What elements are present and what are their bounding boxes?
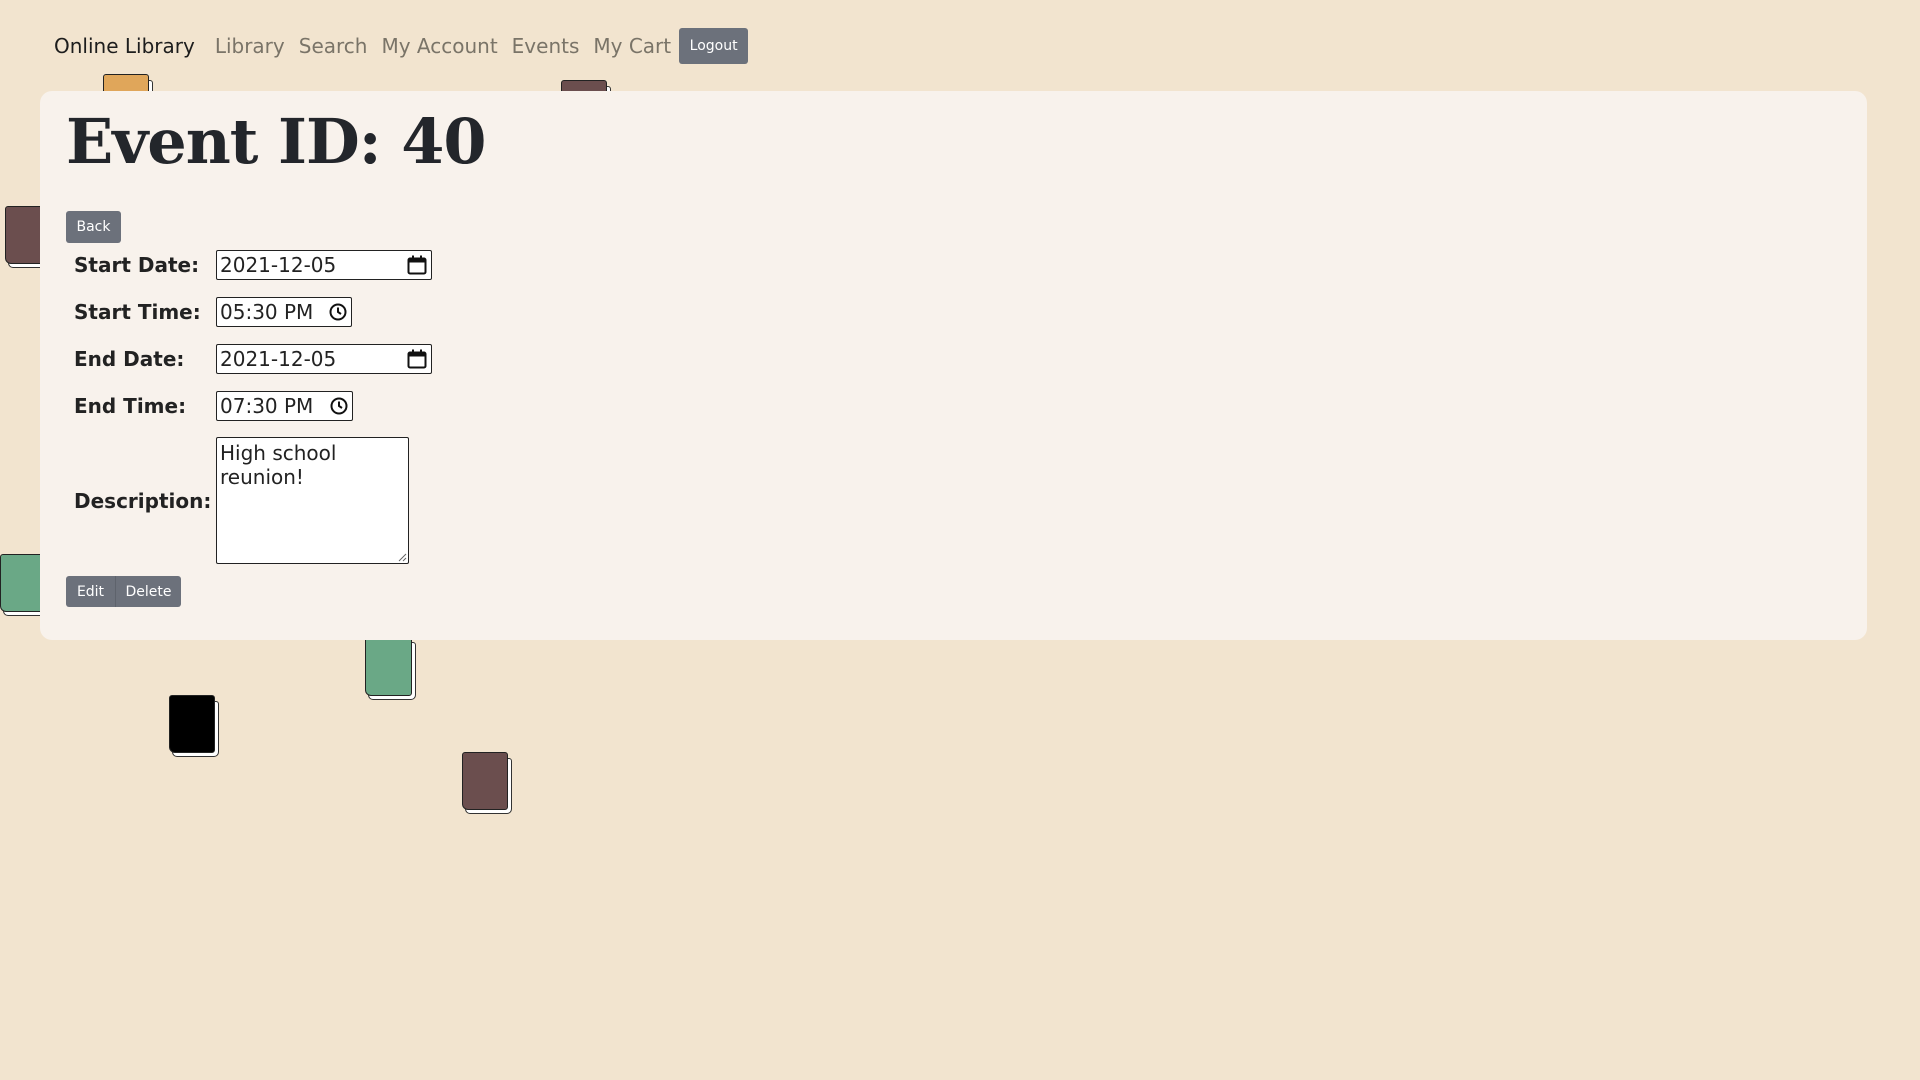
book-brown-decoration	[462, 752, 512, 814]
start-time-label: Start Time:	[74, 300, 201, 324]
start-time-value: 05:30 PM	[220, 300, 314, 324]
book-green-decoration	[365, 636, 416, 700]
clock-icon[interactable]	[329, 303, 347, 321]
brand-link[interactable]: Online Library	[54, 34, 195, 58]
end-time-label: End Time:	[74, 394, 187, 418]
description-value: High school reunion!	[220, 441, 337, 489]
end-date-label: End Date:	[74, 347, 185, 371]
end-time-value: 07:30 PM	[220, 394, 314, 418]
delete-button[interactable]: Delete	[115, 576, 181, 607]
resize-grip-icon[interactable]	[397, 552, 407, 562]
description-textarea[interactable]: High school reunion!	[216, 437, 409, 564]
nav-link-events[interactable]: Events	[512, 34, 580, 58]
clock-icon[interactable]	[330, 397, 348, 415]
end-date-row: End Date: 2021-12-05	[74, 344, 432, 374]
start-date-label: Start Date:	[74, 253, 200, 277]
start-time-row: Start Time: 05:30 PM	[74, 297, 352, 327]
page: Online Library Library Search My Account…	[0, 0, 1920, 1080]
nav-link-my-cart[interactable]: My Cart	[593, 34, 671, 58]
nav-link-my-account[interactable]: My Account	[381, 34, 497, 58]
end-time-row: End Time: 07:30 PM	[74, 391, 353, 421]
action-button-group: Edit Delete	[66, 576, 181, 607]
top-navbar: Online Library Library Search My Account…	[54, 27, 749, 64]
event-detail-card: Event ID: 40 Back Start Date: 2021-12-05…	[40, 91, 1867, 640]
description-row: Description: High school reunion!	[74, 437, 409, 564]
start-date-row: Start Date: 2021-12-05	[74, 250, 432, 280]
end-time-field[interactable]: 07:30 PM	[216, 391, 353, 421]
end-date-value: 2021-12-05	[220, 347, 337, 371]
start-time-field[interactable]: 05:30 PM	[216, 297, 352, 327]
start-date-field[interactable]: 2021-12-05	[216, 250, 432, 280]
end-date-field[interactable]: 2021-12-05	[216, 344, 432, 374]
page-title: Event ID: 40	[66, 105, 487, 178]
back-button[interactable]: Back	[66, 211, 121, 243]
book-black-decoration	[169, 695, 219, 757]
calendar-icon[interactable]	[407, 349, 427, 369]
start-date-value: 2021-12-05	[220, 253, 337, 277]
nav-link-library[interactable]: Library	[215, 34, 285, 58]
logout-button[interactable]: Logout	[679, 27, 749, 64]
edit-button[interactable]: Edit	[66, 576, 115, 607]
description-label: Description:	[74, 488, 212, 513]
nav-link-search[interactable]: Search	[299, 34, 368, 58]
calendar-icon[interactable]	[407, 255, 427, 275]
